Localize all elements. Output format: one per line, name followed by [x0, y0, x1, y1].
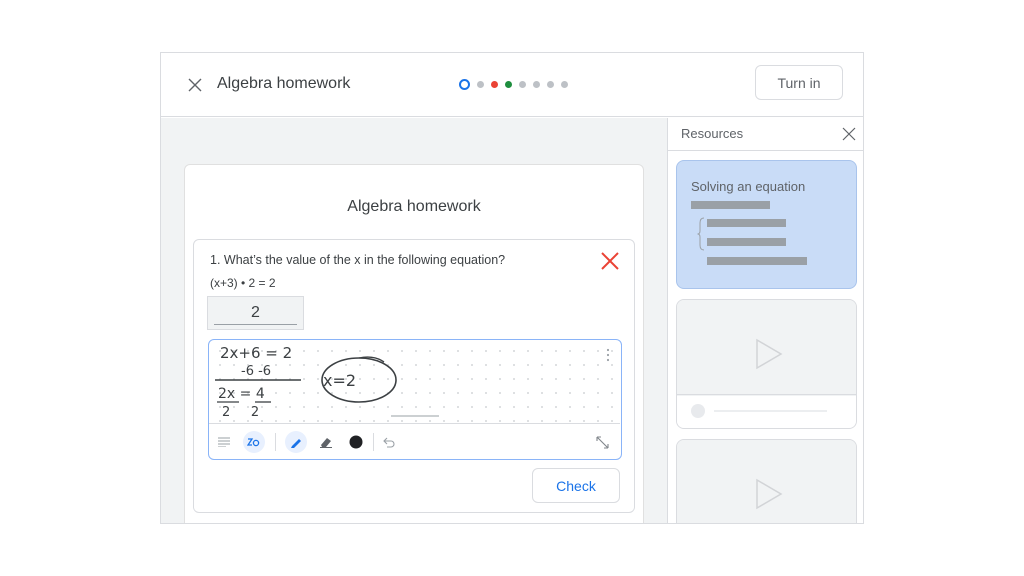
- undo-button[interactable]: [378, 431, 400, 453]
- resource-video-card[interactable]: [676, 439, 857, 523]
- resources-title: Resources: [681, 126, 744, 141]
- undo-icon: [383, 437, 395, 448]
- resources-header: Resources: [668, 118, 863, 151]
- handwriting-line: 2 2: [222, 405, 259, 420]
- scratchpad-toolbar: [209, 423, 620, 459]
- assignment-sheet: Algebra homework 1. What’s the value of …: [184, 164, 644, 523]
- progress-dot[interactable]: [519, 81, 526, 88]
- progress-dot-current[interactable]: [459, 79, 470, 90]
- progress-dot[interactable]: [533, 81, 540, 88]
- toolbar-divider: [275, 433, 276, 451]
- text-placeholder-bar: [707, 219, 786, 227]
- question-equation: (x+3) • 2 = 2: [210, 276, 276, 290]
- drawing-canvas[interactable]: 2x+6 = 2 -6 -6 2x = 4 2 2 x=2: [209, 340, 620, 423]
- text-tool-button[interactable]: [213, 431, 235, 453]
- assignment-title: Algebra homework: [347, 198, 481, 215]
- progress-dot-incorrect[interactable]: [491, 81, 498, 88]
- progress-dot[interactable]: [477, 81, 484, 88]
- handwriting-to-text-icon: [247, 438, 260, 447]
- handwriting-line: 2x = 4: [218, 386, 265, 402]
- color-picker-button[interactable]: [345, 431, 367, 453]
- resource-document-card[interactable]: Solving an equation: [676, 160, 857, 289]
- check-button[interactable]: Check: [532, 468, 620, 503]
- circled-result: x=2: [323, 371, 356, 390]
- eraser-icon: [320, 438, 332, 448]
- handwriting-line: 2x+6 = 2: [220, 344, 292, 362]
- resources-panel: Resources Solving an equation: [667, 118, 863, 523]
- resource-document-title: Solving an equation: [691, 179, 806, 194]
- scratchpad[interactable]: 2x+6 = 2 -6 -6 2x = 4 2 2 x=2: [208, 339, 622, 460]
- answer-input[interactable]: 2: [207, 296, 304, 330]
- top-bar: Algebra homework Turn in: [161, 53, 863, 117]
- handwriting-to-text-button[interactable]: [243, 431, 265, 453]
- video-thumbnail: [677, 300, 856, 395]
- question-text: 1. What’s the value of the x in the foll…: [210, 253, 506, 267]
- eraser-tool-button[interactable]: [315, 431, 337, 453]
- video-meta-placeholder: [691, 404, 827, 418]
- app-title: Algebra homework: [217, 75, 351, 92]
- progress-dot[interactable]: [561, 81, 568, 88]
- video-footer: [677, 396, 856, 428]
- play-icon: [756, 478, 783, 510]
- expand-button[interactable]: [591, 431, 613, 453]
- text-placeholder-bar: [707, 238, 786, 246]
- close-resources-icon[interactable]: [842, 127, 856, 141]
- app-window: Algebra homework Turn in Algebra homewor…: [160, 52, 864, 524]
- text-icon: [218, 437, 230, 447]
- progress-dot[interactable]: [547, 81, 554, 88]
- more-options-icon[interactable]: [606, 348, 610, 362]
- progress-dot-correct[interactable]: [505, 81, 512, 88]
- wrong-x-icon: [601, 252, 619, 270]
- text-placeholder-bar: [707, 257, 807, 265]
- play-icon: [756, 338, 783, 370]
- resource-video-card[interactable]: [676, 299, 857, 429]
- video-thumbnail: [677, 440, 856, 523]
- toolbar-divider: [373, 433, 374, 451]
- brace-icon: [697, 217, 705, 251]
- pen-icon: [291, 439, 301, 448]
- assignment-area: Algebra homework 1. What’s the value of …: [161, 118, 667, 523]
- close-icon[interactable]: [187, 77, 203, 93]
- turn-in-button[interactable]: Turn in: [755, 65, 843, 100]
- handwriting-line: -6 -6: [241, 364, 271, 379]
- expand-icon: [595, 435, 609, 449]
- pen-tool-button[interactable]: [285, 431, 307, 453]
- text-placeholder-bar: [691, 201, 770, 209]
- handwriting: 2x+6 = 2 -6 -6 2x = 4 2 2 x=2: [215, 344, 439, 420]
- question-card: 1. What’s the value of the x in the foll…: [193, 239, 635, 513]
- color-icon: [349, 435, 363, 449]
- question-progress: [459, 79, 568, 90]
